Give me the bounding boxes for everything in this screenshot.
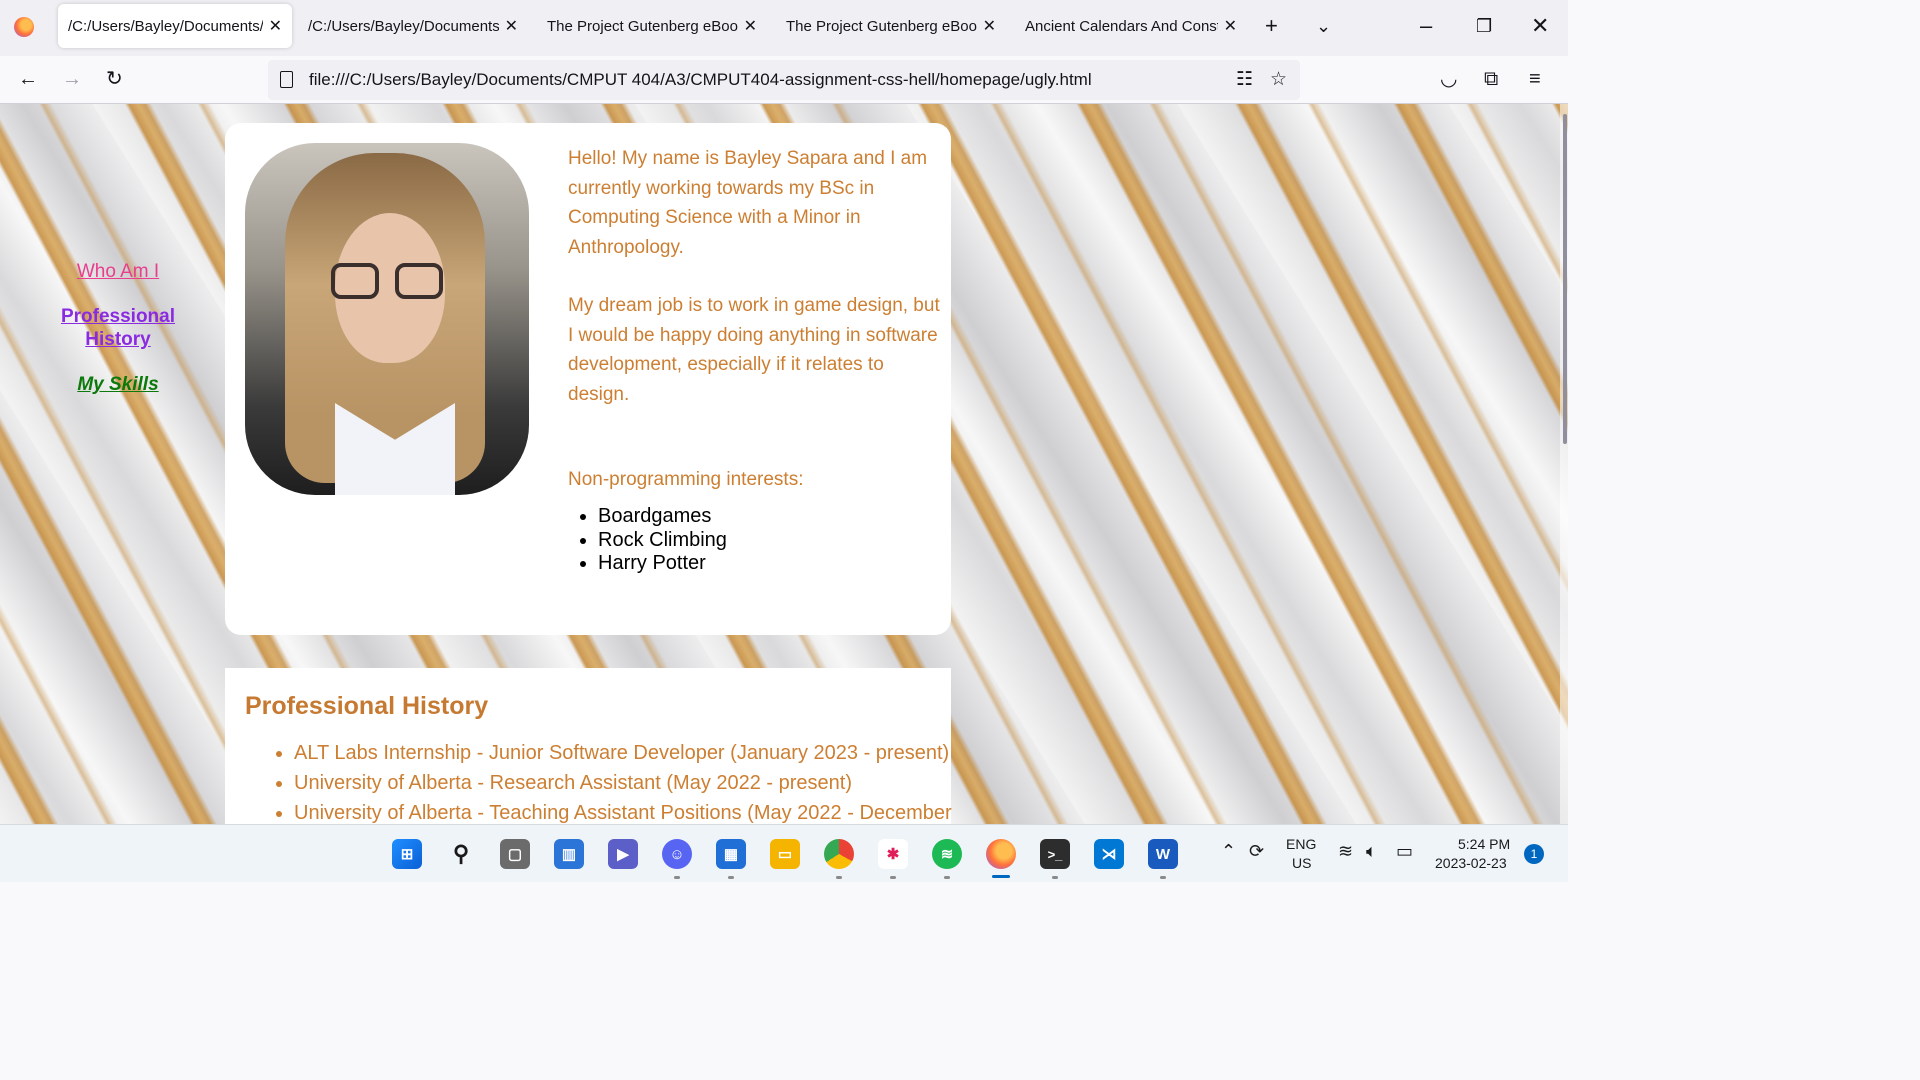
photo-glasses-right bbox=[395, 263, 443, 299]
intro-text: Hello! My name is Bayley Sapara and I am… bbox=[568, 144, 948, 438]
wifi-icon[interactable]: ≋ bbox=[1338, 841, 1353, 862]
firefox-logo-icon[interactable] bbox=[14, 17, 34, 37]
nav-link-professional-history[interactable]: Professional History bbox=[30, 305, 206, 351]
close-tab-icon[interactable]: ✕ bbox=[505, 16, 518, 36]
page-scrollbar[interactable] bbox=[1560, 104, 1568, 824]
photo-glasses-left bbox=[331, 263, 379, 299]
menu-icon[interactable]: ≡ bbox=[1529, 66, 1541, 92]
running-indicator bbox=[1160, 876, 1166, 879]
widgets-icon[interactable]: ▥ bbox=[554, 839, 584, 869]
close-tab-icon[interactable]: ✕ bbox=[269, 16, 282, 36]
running-indicator bbox=[674, 876, 680, 879]
battery-icon[interactable]: ▭ bbox=[1396, 841, 1413, 862]
tab-title: The Project Gutenberg eBook bbox=[547, 17, 738, 35]
word-icon[interactable]: W bbox=[1148, 839, 1178, 869]
teams-chat-icon[interactable]: ▶ bbox=[608, 839, 638, 869]
list-item: Rock Climbing bbox=[598, 529, 727, 553]
profile-photo bbox=[245, 143, 529, 495]
about-card: Hello! My name is Bayley Sapara and I am… bbox=[225, 123, 951, 635]
tab-title: /C:/Users/Bayley/Documents/C bbox=[68, 17, 263, 35]
history-card: Professional History ALT Labs Internship… bbox=[225, 668, 952, 824]
tab-2[interactable]: /C:/Users/Bayley/Documents/C ✕ bbox=[298, 4, 528, 48]
volume-icon[interactable]: 🔈︎ bbox=[1366, 841, 1377, 862]
history-list: ALT Labs Internship - Junior Software De… bbox=[294, 738, 952, 824]
nav-link-my-skills[interactable]: My Skills bbox=[30, 373, 206, 396]
pocket-icon[interactable]: ◡ bbox=[1440, 66, 1457, 92]
forward-arrow-icon[interactable]: → bbox=[62, 66, 82, 92]
chrome-icon[interactable] bbox=[824, 839, 854, 869]
list-tabs-chevron-icon[interactable]: ⌄ bbox=[1316, 14, 1331, 38]
windows-taskbar: ⊞ ⚲ ▢ ▥ ▶ ☺ ▦ ▭ ✱ ≋ >_ ⋊ W ⌃ ⟳ ENG US ≋ … bbox=[0, 824, 1568, 882]
discord-icon[interactable]: ☺ bbox=[662, 839, 692, 869]
tab-5[interactable]: Ancient Calendars And Conste ✕ bbox=[1015, 4, 1247, 48]
new-tab-icon[interactable]: + bbox=[1265, 14, 1278, 38]
interests-heading: Non-programming interests: bbox=[568, 469, 804, 490]
nav-link-who-am-i[interactable]: Who Am I bbox=[30, 260, 206, 283]
back-arrow-icon[interactable]: ← bbox=[18, 66, 38, 92]
url-text[interactable]: file:///C:/Users/Bayley/Documents/CMPUT … bbox=[309, 70, 1092, 90]
clock-date[interactable]: 2023-02-23 bbox=[1435, 855, 1507, 871]
task-view-icon[interactable]: ▢ bbox=[500, 839, 530, 869]
extensions-icon[interactable]: ⧉ bbox=[1484, 66, 1498, 92]
list-item: ALT Labs Internship - Junior Software De… bbox=[294, 738, 952, 768]
intro-paragraph-2: My dream job is to work in game design, … bbox=[568, 295, 940, 405]
tab-4[interactable]: The Project Gutenberg eBook ✕ bbox=[776, 4, 1006, 48]
tab-title: Ancient Calendars And Conste bbox=[1025, 17, 1218, 35]
start-icon[interactable]: ⊞ bbox=[392, 839, 422, 869]
clock-time[interactable]: 5:24 PM bbox=[1458, 836, 1510, 852]
interests-list: Boardgames Rock Climbing Harry Potter bbox=[598, 505, 727, 576]
bookmark-star-icon[interactable]: ☆ bbox=[1270, 68, 1287, 91]
navigation-toolbar: ← → ↻ file:///C:/Users/Bayley/Documents/… bbox=[0, 56, 1568, 104]
file-explorer-icon[interactable]: ▭ bbox=[770, 839, 800, 869]
intro-paragraph-1: Hello! My name is Bayley Sapara and I am… bbox=[568, 148, 928, 258]
running-indicator bbox=[836, 876, 842, 879]
running-indicator bbox=[890, 876, 896, 879]
side-navigation: Who Am I Professional History My Skills bbox=[30, 260, 206, 418]
firefox-icon[interactable] bbox=[986, 839, 1016, 869]
list-item: Harry Potter bbox=[598, 552, 727, 576]
reader-view-icon[interactable]: ☷ bbox=[1236, 68, 1253, 91]
language-bottom[interactable]: US bbox=[1292, 855, 1311, 871]
page-viewport: Who Am I Professional History My Skills … bbox=[0, 104, 1568, 824]
running-indicator bbox=[1052, 876, 1058, 879]
notification-badge[interactable]: 1 bbox=[1524, 844, 1544, 864]
search-icon[interactable]: ⚲ bbox=[446, 839, 476, 869]
vscode-icon[interactable]: ⋊ bbox=[1094, 839, 1124, 869]
close-tab-icon[interactable]: ✕ bbox=[983, 16, 996, 36]
minimize-icon[interactable]: – bbox=[1420, 14, 1432, 38]
tab-title: /C:/Users/Bayley/Documents/C bbox=[308, 17, 499, 35]
running-indicator bbox=[944, 876, 950, 879]
tab-3[interactable]: The Project Gutenberg eBook ✕ bbox=[537, 4, 767, 48]
slack-icon[interactable]: ✱ bbox=[878, 839, 908, 869]
terminal-icon[interactable]: >_ bbox=[1040, 839, 1070, 869]
list-item: Boardgames bbox=[598, 505, 727, 529]
show-hidden-icons-chevron-icon[interactable]: ⌃ bbox=[1221, 841, 1236, 862]
active-app-indicator bbox=[992, 875, 1010, 878]
tab-title: The Project Gutenberg eBook bbox=[786, 17, 977, 35]
close-tab-icon[interactable]: ✕ bbox=[744, 16, 757, 36]
address-bar[interactable]: file:///C:/Users/Bayley/Documents/CMPUT … bbox=[268, 60, 1300, 100]
running-indicator bbox=[728, 876, 734, 879]
scrollbar-thumb[interactable] bbox=[1563, 114, 1567, 444]
close-window-icon[interactable]: ✕ bbox=[1531, 14, 1549, 38]
spotify-icon[interactable]: ≋ bbox=[932, 839, 962, 869]
tab-1[interactable]: /C:/Users/Bayley/Documents/C ✕ bbox=[58, 4, 292, 48]
language-top[interactable]: ENG bbox=[1286, 836, 1316, 852]
list-item: University of Alberta - Teaching Assista… bbox=[294, 798, 952, 824]
page-icon bbox=[280, 71, 293, 88]
list-item: University of Alberta - Research Assista… bbox=[294, 768, 952, 798]
reload-icon[interactable]: ↻ bbox=[106, 66, 123, 92]
sync-icon[interactable]: ⟳ bbox=[1249, 841, 1264, 862]
tab-strip: /C:/Users/Bayley/Documents/C ✕ /C:/Users… bbox=[0, 0, 1568, 56]
restore-icon[interactable]: ❐ bbox=[1476, 14, 1492, 38]
history-heading: Professional History bbox=[245, 692, 489, 720]
close-tab-icon[interactable]: ✕ bbox=[1224, 16, 1237, 36]
calendar-icon[interactable]: ▦ bbox=[716, 839, 746, 869]
